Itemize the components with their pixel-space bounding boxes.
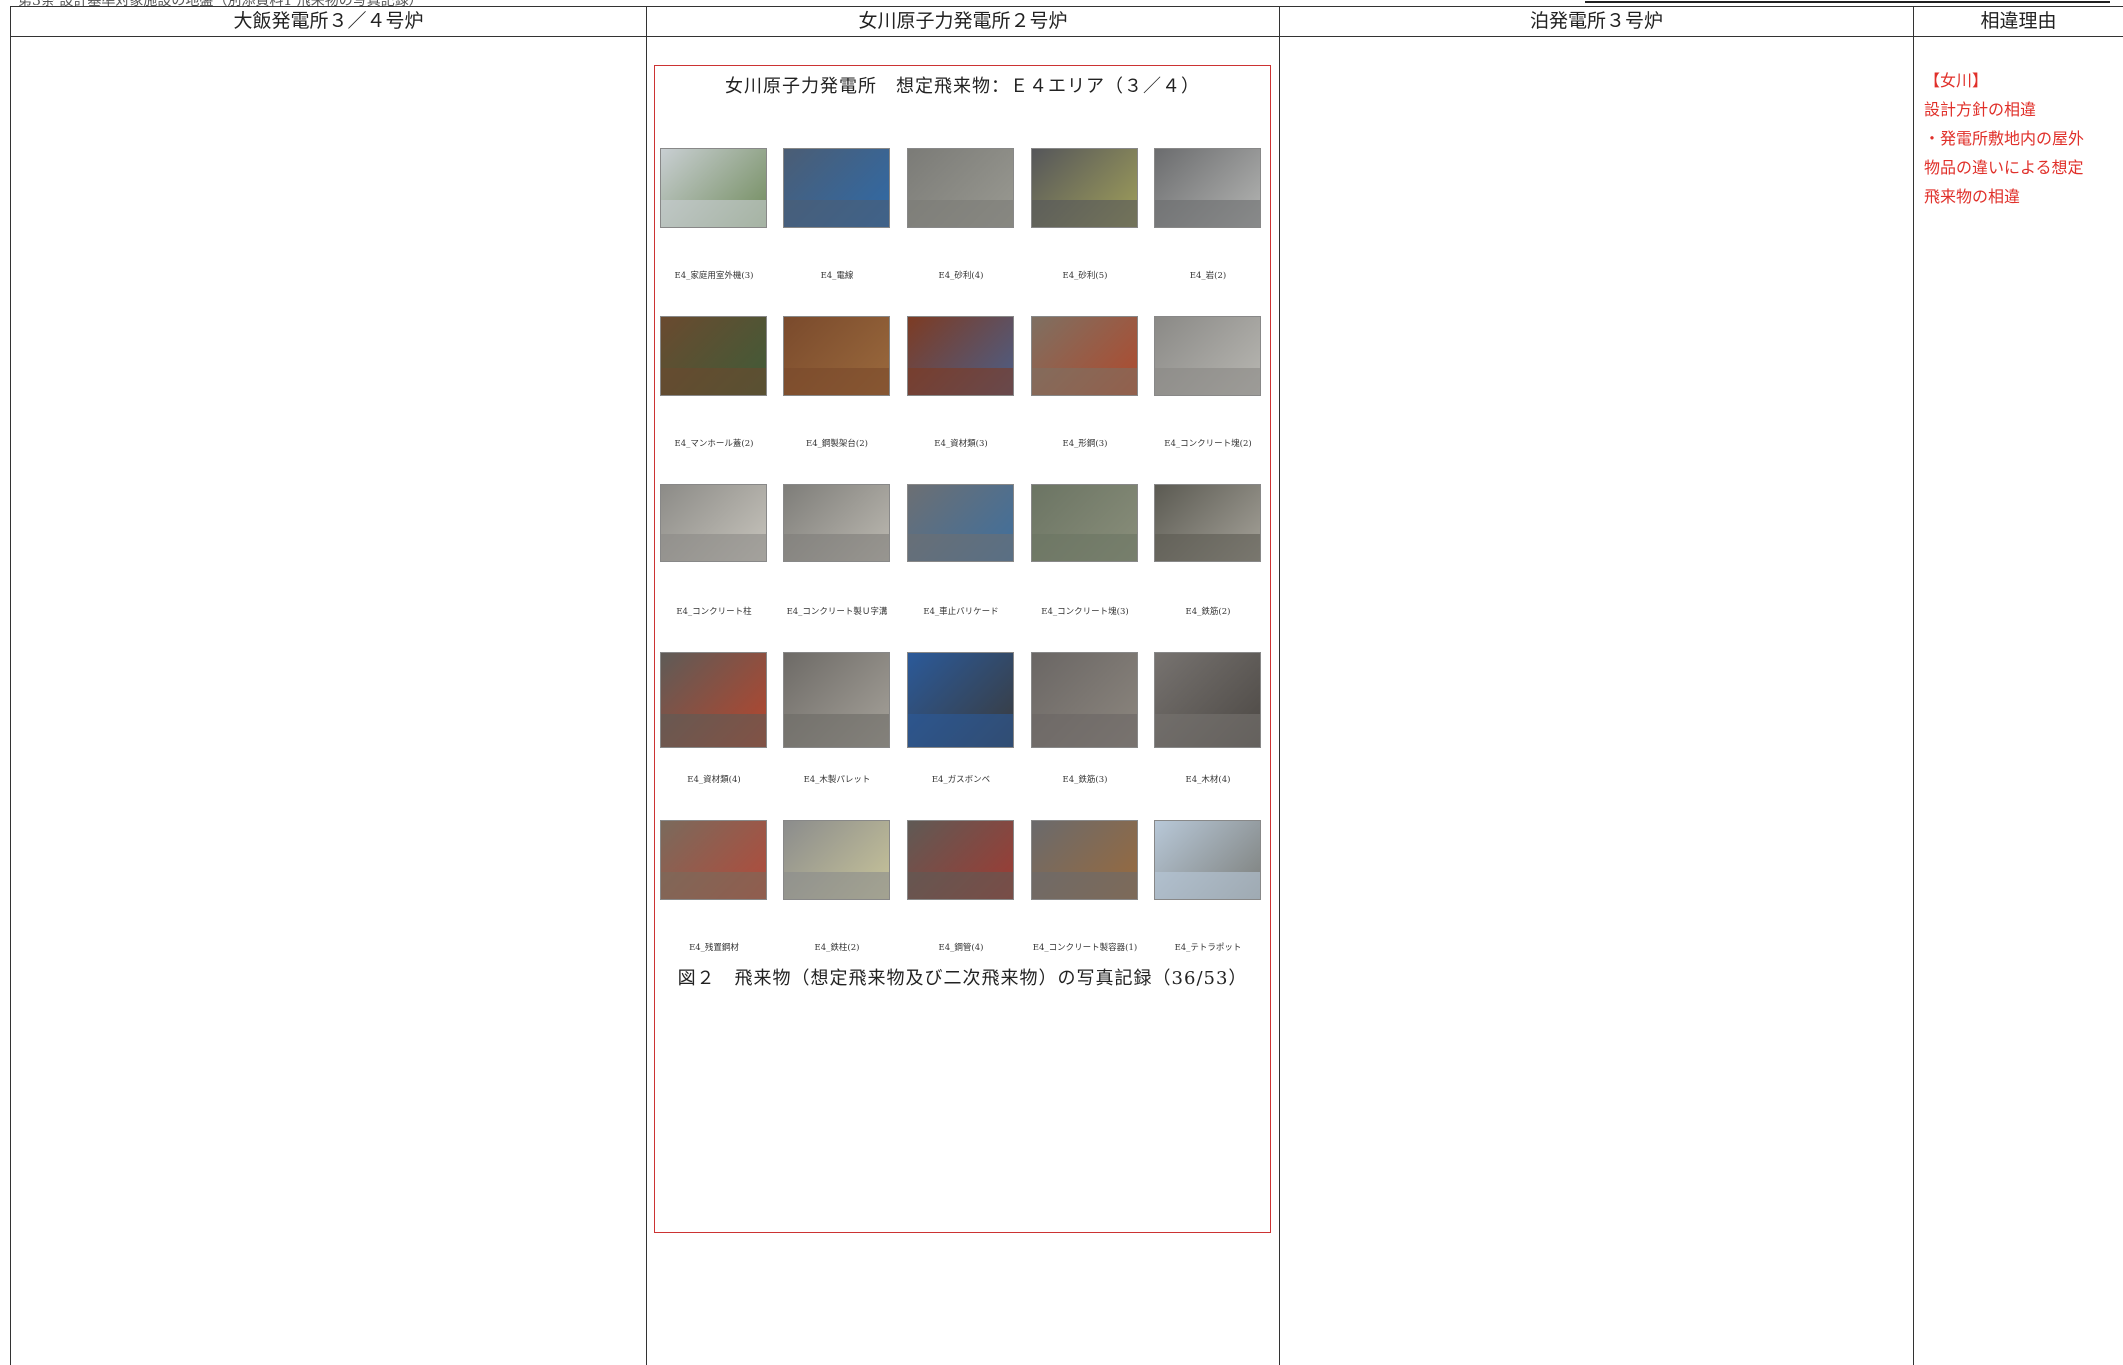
photo-thumbnail	[907, 820, 1014, 900]
photo-thumbnail	[783, 316, 890, 396]
photo-thumbnail	[907, 652, 1014, 748]
photo-label: E4_家庭用室外機(3)	[674, 271, 754, 281]
reason-line: 【女川】	[1924, 71, 1989, 90]
photo-label: E4_砂利(5)	[1062, 271, 1108, 281]
photo-thumbnail	[660, 148, 767, 228]
photo-thumbnail	[1031, 148, 1138, 228]
photo-thumbnail	[1154, 316, 1261, 396]
reason-line: 設計方針の相違	[1924, 100, 2037, 119]
photo-thumbnail	[1031, 820, 1138, 900]
photo-thumbnail	[1031, 652, 1138, 748]
header-reason: 相違理由	[1914, 7, 2123, 37]
photo-label: E4_残置鋼材	[689, 943, 739, 953]
photo-label: E4_木製パレット	[803, 775, 871, 785]
photo-thumbnail	[907, 148, 1014, 228]
reason-line: ・発電所敷地内の屋外	[1924, 129, 2085, 148]
photo-label: E4_鋼管(4)	[938, 943, 984, 953]
photo-label: E4_マンホール蓋(2)	[674, 439, 754, 449]
header-tomari: 泊発電所３号炉	[1280, 7, 1913, 37]
photo-label: E4_鉄筋(3)	[1062, 775, 1108, 785]
photo-label: E4_鋼製架台(2)	[806, 439, 868, 449]
photo-thumbnail	[783, 484, 890, 562]
photo-thumbnail	[660, 652, 767, 748]
photo-label: E4_コンクリート製容器(1)	[1032, 943, 1138, 953]
photo-label: E4_テトラポット	[1174, 943, 1242, 953]
reason-line: 飛来物の相違	[1924, 187, 2021, 206]
photo-label: E4_資材類(4)	[687, 775, 741, 785]
photo-thumbnail	[907, 316, 1014, 396]
photo-label: E4_電線	[820, 271, 854, 281]
figure-caption: 図２ 飛来物（想定飛来物及び二次飛来物）の写真記録（36/53）	[677, 968, 1248, 989]
photo-label: E4_岩(2)	[1189, 271, 1227, 281]
photo-thumbnail	[1031, 316, 1138, 396]
photo-thumbnail	[1154, 820, 1261, 900]
figure-title: 女川原子力発電所 想定飛来物：Ｅ４エリア（３／４）	[725, 76, 1200, 97]
photo-label: E4_車止バリケード	[923, 607, 999, 617]
photo-label: E4_コンクリート塊(2)	[1164, 439, 1252, 449]
photo-label: E4_ガスボンベ	[931, 775, 991, 785]
reason-text: 【女川】 設計方針の相違 ・発電所敷地内の屋外 物品の違いによる想定 飛来物の相…	[1924, 66, 2106, 211]
photo-thumbnail	[783, 820, 890, 900]
photo-label: E4_鉄筋(2)	[1185, 607, 1231, 617]
photo-label: E4_木材(4)	[1185, 775, 1231, 785]
photo-thumbnail	[1031, 484, 1138, 562]
photo-thumbnail	[907, 484, 1014, 562]
photo-label: E4_砂利(4)	[938, 271, 984, 281]
photo-label: E4_鉄柱(2)	[814, 943, 860, 953]
reason-line: 物品の違いによる想定	[1924, 158, 2084, 177]
photo-thumbnail	[660, 484, 767, 562]
photo-label: E4_コンクリート柱	[676, 607, 752, 617]
photo-label: E4_コンクリート塊(3)	[1041, 607, 1129, 617]
column-ohi: 大飯発電所３／４号炉	[11, 7, 647, 1365]
photo-thumbnail	[1154, 652, 1261, 748]
column-tomari: 泊発電所３号炉	[1280, 7, 1914, 1365]
photo-thumbnail	[783, 652, 890, 748]
header-onagawa: 女川原子力発電所２号炉	[647, 7, 1279, 37]
photo-thumbnail	[1154, 148, 1261, 228]
top-rule	[1585, 1, 2110, 3]
header-ohi: 大飯発電所３／４号炉	[11, 7, 646, 37]
photo-label: E4_コンクリート製Ｕ字溝	[786, 607, 888, 617]
figure-panel: 女川原子力発電所 想定飛来物：Ｅ４エリア（３／４） E4_家庭用室外機(3) E4…	[654, 65, 1271, 1233]
photo-thumbnail	[1154, 484, 1261, 562]
photo-thumbnail	[660, 820, 767, 900]
photo-thumbnail	[783, 148, 890, 228]
photo-label: E4_形鋼(3)	[1062, 439, 1108, 449]
photo-label: E4_資材類(3)	[934, 439, 988, 449]
photo-thumbnail	[660, 316, 767, 396]
